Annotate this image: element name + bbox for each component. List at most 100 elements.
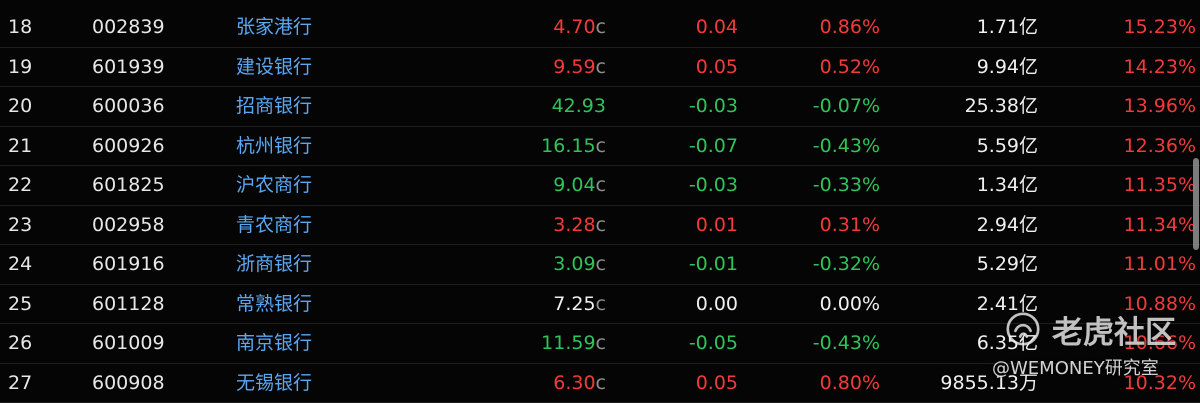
- trading-amount-cell: 6.35亿: [977, 324, 1038, 364]
- stock-code-cell: 002839: [92, 8, 165, 48]
- percent-change-cell: -0.43%: [813, 324, 880, 364]
- price-cell: 3.09c: [553, 245, 606, 285]
- rank-cell: 18: [8, 8, 32, 48]
- vertical-scrollbar[interactable]: [1193, 158, 1199, 250]
- stock-code-cell: 002958: [92, 206, 165, 246]
- stock-code-cell: 601916: [92, 245, 165, 285]
- price-cell: 11.59c: [541, 324, 606, 364]
- trading-amount-cell: 1.71亿: [977, 8, 1038, 48]
- stock-name-link[interactable]: 南京银行: [236, 324, 312, 364]
- table-row[interactable]: 22 601825 沪农商行 9.04c -0.03 -0.33% 1.34亿 …: [0, 166, 1200, 206]
- change-cell: -0.05: [689, 324, 738, 364]
- stock-code-cell: 600926: [92, 127, 165, 167]
- price-cell: 4.70c: [553, 8, 606, 48]
- rank-cell: 25: [8, 285, 32, 325]
- table-row[interactable]: 18 002839 张家港行 4.70c 0.04 0.86% 1.71亿 15…: [0, 8, 1200, 48]
- change-cell: -0.07: [689, 127, 738, 167]
- change-cell: 0.04: [696, 8, 738, 48]
- trading-amount-cell: 25.38亿: [965, 87, 1038, 127]
- stock-code-cell: 601939: [92, 48, 165, 88]
- change-cell: 0.05: [696, 48, 738, 88]
- rank-cell: 26: [8, 324, 32, 364]
- rank-cell: 22: [8, 166, 32, 206]
- trading-amount-cell: 5.59亿: [977, 127, 1038, 167]
- price-value: 9.04: [553, 174, 595, 196]
- table-row[interactable]: 24 601916 浙商银行 3.09c -0.01 -0.32% 5.29亿 …: [0, 245, 1200, 285]
- percent-change-cell: -0.43%: [813, 127, 880, 167]
- turnover-rate-cell: 11.34%: [1124, 206, 1196, 246]
- price-cell: 9.04c: [553, 166, 606, 206]
- trading-amount-cell: 5.29亿: [977, 245, 1038, 285]
- percent-change-cell: -0.32%: [813, 245, 880, 285]
- price-value: 42.93: [552, 95, 606, 117]
- turnover-rate-cell: 10.66%: [1124, 324, 1196, 364]
- table-row[interactable]: 23 002958 青农商行 3.28c 0.01 0.31% 2.94亿 11…: [0, 206, 1200, 246]
- price-cell: 16.15c: [541, 127, 606, 167]
- price-value: 6.30: [553, 372, 595, 394]
- stock-code-cell: 601825: [92, 166, 165, 206]
- percent-change-cell: 0.86%: [820, 8, 880, 48]
- stock-name-link[interactable]: 张家港行: [236, 8, 312, 48]
- table-row[interactable]: 19 601939 建设银行 9.59c 0.05 0.52% 9.94亿 14…: [0, 48, 1200, 88]
- trading-amount-cell: 9.94亿: [977, 48, 1038, 88]
- price-value: 11.59: [541, 332, 595, 354]
- trading-amount-cell: 2.41亿: [977, 285, 1038, 325]
- trading-amount-cell: 1.34亿: [977, 166, 1038, 206]
- turnover-rate-cell: 13.96%: [1124, 87, 1196, 127]
- price-suffix: c: [596, 135, 606, 157]
- table-row[interactable]: 27 600908 无锡银行 6.30c 0.05 0.80% 9855.13万…: [0, 364, 1200, 403]
- table-row[interactable]: 21 600926 杭州银行 16.15c -0.07 -0.43% 5.59亿…: [0, 127, 1200, 167]
- price-cell: 9.59c: [553, 48, 606, 88]
- stock-ranking-table: 18 002839 张家港行 4.70c 0.04 0.86% 1.71亿 15…: [0, 0, 1200, 400]
- table-row[interactable]: 25 601128 常熟银行 7.25c 0.00 0.00% 2.41亿 10…: [0, 285, 1200, 325]
- price-cell: 3.28c: [553, 206, 606, 246]
- turnover-rate-cell: 15.23%: [1124, 8, 1196, 48]
- price-value: 3.28: [553, 214, 595, 236]
- change-cell: 0.05: [696, 364, 738, 403]
- change-cell: 0.00: [696, 285, 738, 325]
- price-suffix: c: [596, 174, 606, 196]
- rank-cell: 21: [8, 127, 32, 167]
- percent-change-cell: -0.33%: [813, 166, 880, 206]
- price-suffix: c: [596, 56, 606, 78]
- percent-change-cell: 0.31%: [820, 206, 880, 246]
- price-suffix: c: [596, 372, 606, 394]
- price-value: 16.15: [541, 135, 595, 157]
- change-cell: -0.01: [689, 245, 738, 285]
- change-cell: -0.03: [689, 166, 738, 206]
- percent-change-cell: 0.52%: [820, 48, 880, 88]
- rank-cell: 27: [8, 364, 32, 403]
- stock-name-link[interactable]: 浙商银行: [236, 245, 312, 285]
- trading-amount-cell: 2.94亿: [977, 206, 1038, 246]
- price-cell: 6.30c: [553, 364, 606, 403]
- price-value: 3.09: [553, 253, 595, 275]
- stock-name-link[interactable]: 杭州银行: [236, 127, 312, 167]
- price-value: 7.25: [553, 293, 595, 315]
- price-suffix: c: [596, 293, 606, 315]
- turnover-rate-cell: 10.32%: [1124, 364, 1196, 403]
- rank-cell: 24: [8, 245, 32, 285]
- stock-name-link[interactable]: 无锡银行: [236, 364, 312, 403]
- turnover-rate-cell: 14.23%: [1124, 48, 1196, 88]
- stock-code-cell: 600908: [92, 364, 165, 403]
- table-row[interactable]: 20 600036 招商银行 42.93 -0.03 -0.07% 25.38亿…: [0, 87, 1200, 127]
- rank-cell: 23: [8, 206, 32, 246]
- stock-name-link[interactable]: 招商银行: [236, 87, 312, 127]
- turnover-rate-cell: 11.35%: [1124, 166, 1196, 206]
- stock-name-link[interactable]: 青农商行: [236, 206, 312, 246]
- table-row[interactable]: 26 601009 南京银行 11.59c -0.05 -0.43% 6.35亿…: [0, 324, 1200, 364]
- stock-code-cell: 600036: [92, 87, 165, 127]
- price-cell: 7.25c: [553, 285, 606, 325]
- turnover-rate-cell: 10.88%: [1124, 285, 1196, 325]
- rank-cell: 20: [8, 87, 32, 127]
- change-cell: -0.03: [689, 87, 738, 127]
- percent-change-cell: 0.00%: [820, 285, 880, 325]
- stock-name-link[interactable]: 沪农商行: [236, 166, 312, 206]
- stock-name-link[interactable]: 常熟银行: [236, 285, 312, 325]
- price-cell: 42.93: [552, 87, 606, 127]
- price-suffix: c: [596, 16, 606, 38]
- stock-name-link[interactable]: 建设银行: [236, 48, 312, 88]
- price-suffix: c: [596, 332, 606, 354]
- turnover-rate-cell: 11.01%: [1124, 245, 1196, 285]
- price-suffix: c: [596, 253, 606, 275]
